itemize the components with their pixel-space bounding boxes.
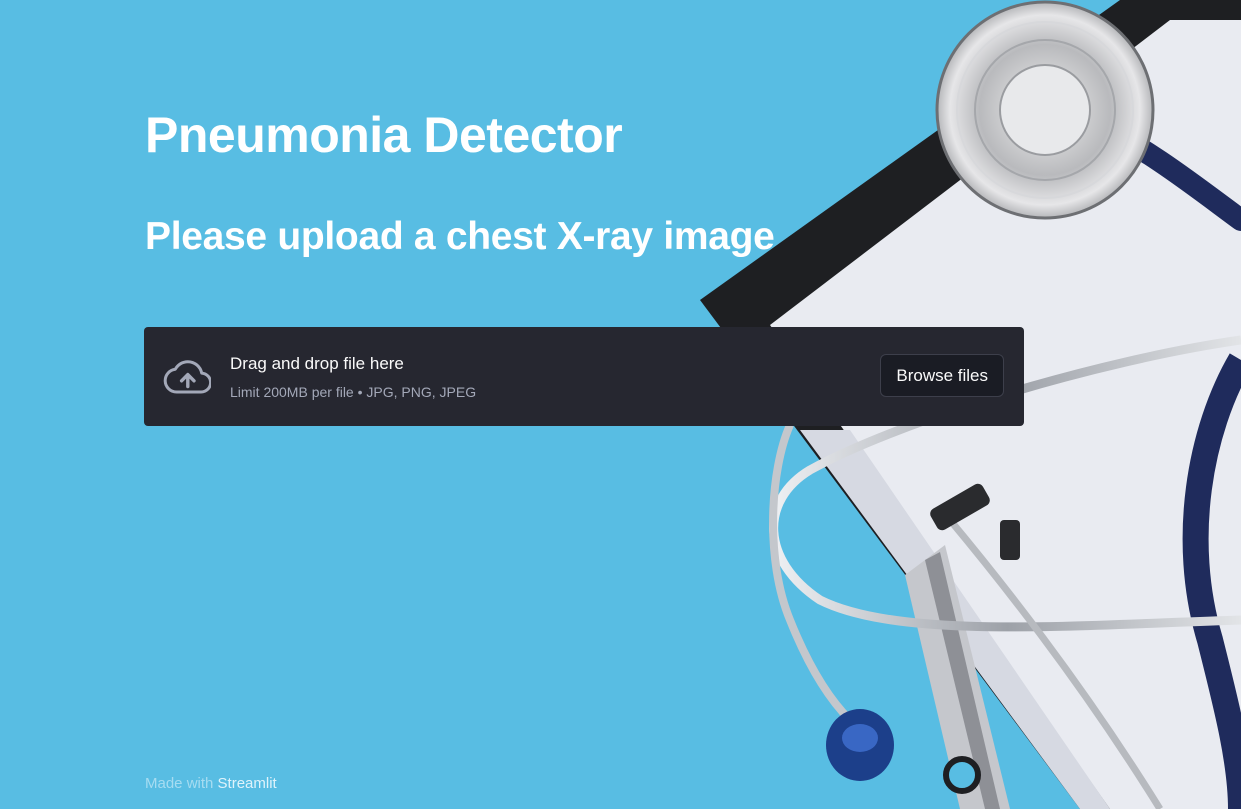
- main-container: Pneumonia Detector Please upload a chest…: [144, 0, 1025, 809]
- streamlit-link[interactable]: Streamlit: [218, 775, 277, 792]
- footer: Made with Streamlit: [145, 775, 277, 792]
- footer-prefix: Made with: [145, 775, 218, 792]
- browse-files-button[interactable]: Browse files: [880, 354, 1004, 397]
- page-title: Pneumonia Detector: [145, 107, 623, 163]
- uploader-instructions: Drag and drop file here Limit 200MB per …: [230, 353, 476, 401]
- page-subtitle: Please upload a chest X-ray image: [145, 215, 775, 258]
- file-uploader-dropzone[interactable]: Drag and drop file here Limit 200MB per …: [144, 327, 1024, 426]
- cloud-upload-icon: [163, 360, 211, 394]
- file-limit-label: Limit 200MB per file • JPG, PNG, JPEG: [230, 384, 477, 400]
- drag-drop-label: Drag and drop file here: [230, 354, 404, 373]
